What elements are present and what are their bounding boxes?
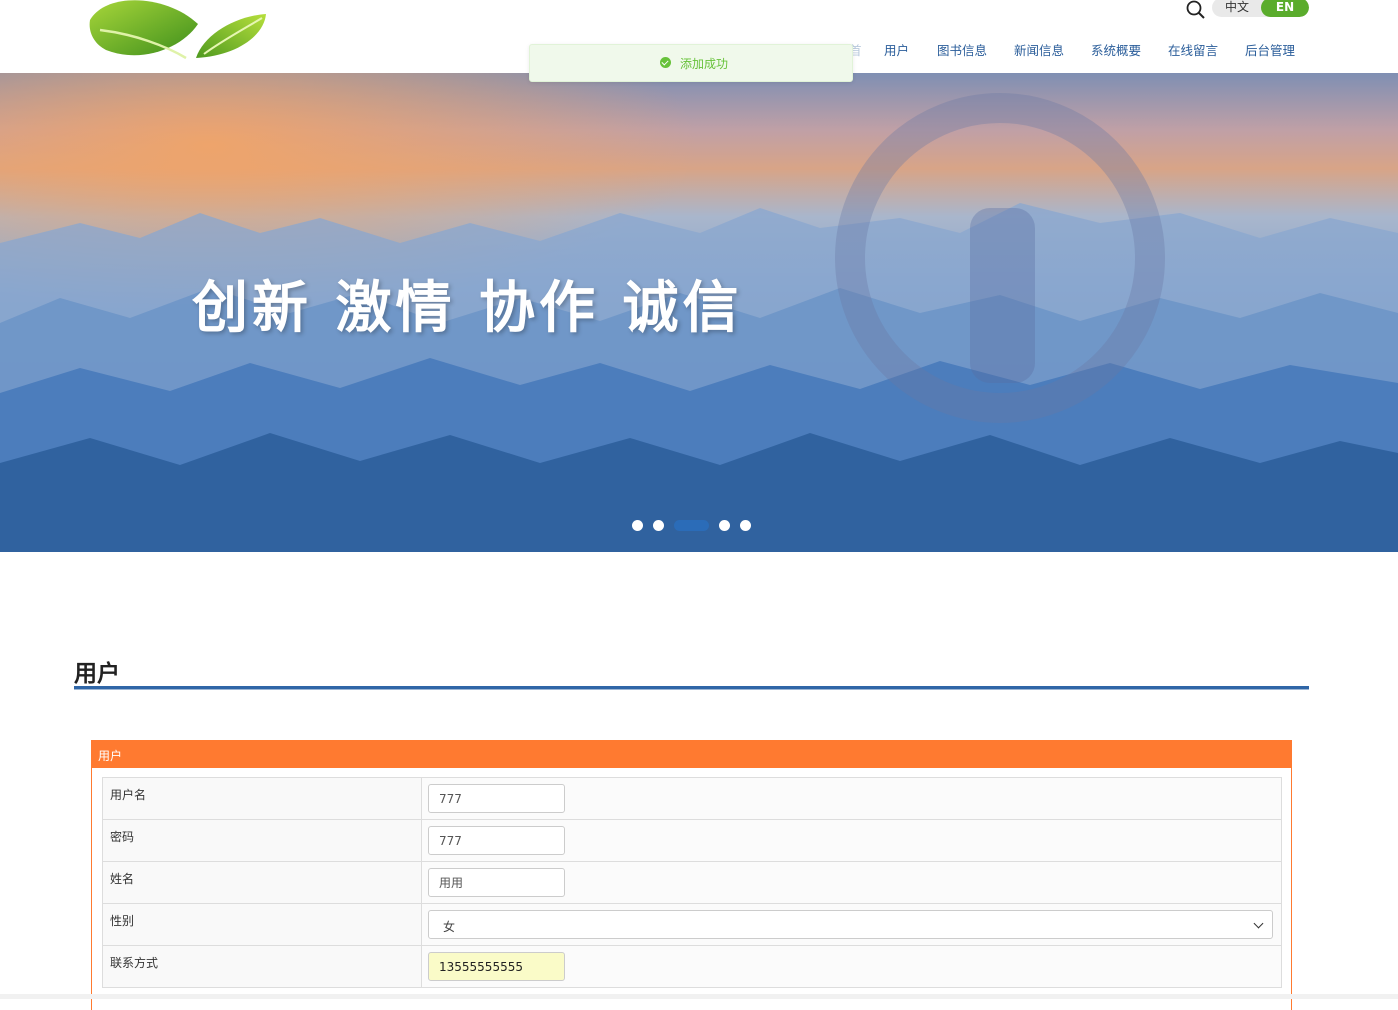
chevron-down-icon <box>1253 918 1264 929</box>
username-label: 用户名 <box>102 777 422 820</box>
lang-zh-button[interactable]: 中文 <box>1212 0 1262 17</box>
section-title: 用户 <box>74 661 120 687</box>
nav-item-users[interactable]: 用户 <box>884 40 909 59</box>
user-form-panel: 用户 用户名 密码 姓名 性别 女 联系方式 <box>91 740 1292 1010</box>
success-toast: 添加成功 <box>529 44 853 82</box>
carousel-dot-3-active[interactable] <box>674 520 709 531</box>
phone-label: 联系方式 <box>102 945 422 988</box>
gender-select[interactable]: 女 <box>428 910 1273 939</box>
carousel-dot-2[interactable] <box>653 520 664 531</box>
check-circle-icon <box>660 57 671 68</box>
carousel-dot-1[interactable] <box>632 520 643 531</box>
form-row-gender: 性别 女 <box>102 903 1282 946</box>
phone-input[interactable] <box>428 952 565 981</box>
nav-item-system-overview[interactable]: 系统概要 <box>1091 40 1141 59</box>
search-icon[interactable] <box>1185 0 1207 21</box>
gender-label: 性别 <box>102 903 422 946</box>
form-row-phone: 联系方式 <box>102 945 1282 988</box>
hero-banner: 创新 激情 协作 诚信 <box>0 73 1398 552</box>
panel-title: 用户 <box>98 749 123 763</box>
section-divider-shadow <box>74 689 1309 690</box>
name-input[interactable] <box>428 868 565 897</box>
leaf-logo[interactable] <box>86 0 270 62</box>
nav-item-news[interactable]: 新闻信息 <box>1014 40 1064 59</box>
lang-en-button[interactable]: EN <box>1261 0 1309 17</box>
carousel-dot-5[interactable] <box>740 520 751 531</box>
password-input[interactable] <box>428 826 565 855</box>
form-row-name: 姓名 <box>102 861 1282 904</box>
form-row-username: 用户名 <box>102 777 1282 820</box>
panel-header: 用户 <box>92 741 1291 768</box>
carousel-dot-4[interactable] <box>719 520 730 531</box>
password-label: 密码 <box>102 819 422 862</box>
nav-item-messages[interactable]: 在线留言 <box>1168 40 1218 59</box>
gender-selected-value: 女 <box>443 920 456 934</box>
toast-message: 添加成功 <box>680 57 729 71</box>
user-form-table: 用户名 密码 姓名 性别 女 联系方式 <box>102 777 1282 988</box>
nav-item-admin[interactable]: 后台管理 <box>1245 40 1295 59</box>
name-label: 姓名 <box>102 861 422 904</box>
banner-slogan: 创新 激情 协作 诚信 <box>192 275 743 341</box>
site-header: 中文 EN 首 用户 图书信息 新闻信息 系统概要 在线留言 后台管理 添加成功 <box>0 0 1398 82</box>
nav-item-books[interactable]: 图书信息 <box>937 40 987 59</box>
language-switch: 中文 EN <box>1212 0 1309 17</box>
page-bottom-edge <box>0 994 1398 999</box>
username-input[interactable] <box>428 784 565 813</box>
form-row-password: 密码 <box>102 819 1282 862</box>
